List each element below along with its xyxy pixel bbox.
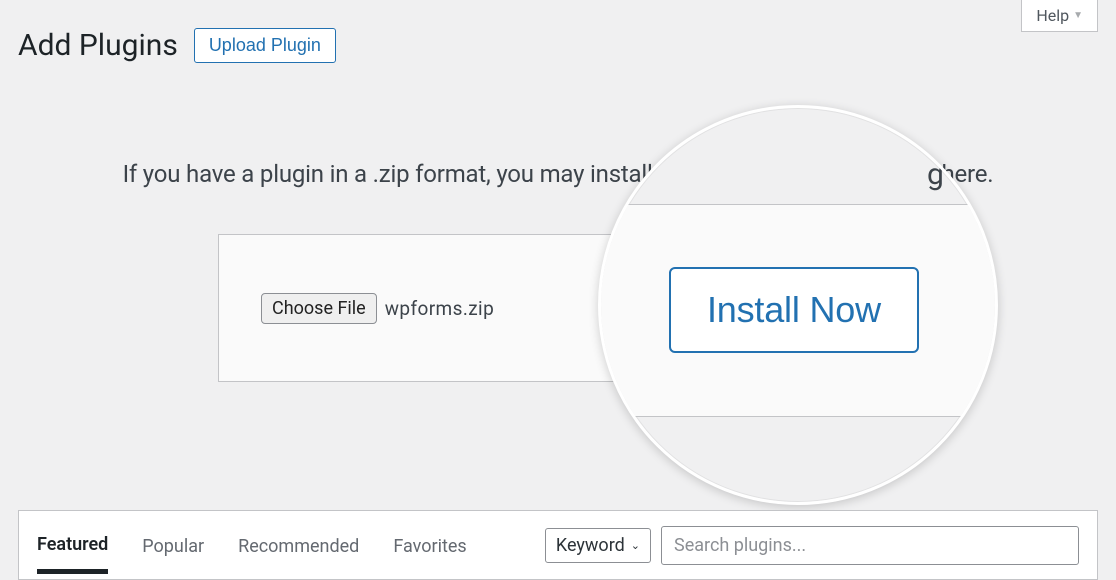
search-controls: Keyword ⌄: [545, 526, 1079, 565]
search-type-label: Keyword: [556, 535, 625, 556]
caret-down-icon: ▼: [1073, 10, 1083, 22]
install-now-button-zoom[interactable]: Install Now: [669, 267, 919, 353]
help-label: Help: [1036, 6, 1069, 25]
help-tab[interactable]: Help ▼: [1021, 0, 1098, 32]
tab-recommended[interactable]: Recommended: [238, 518, 359, 573]
choose-file-button[interactable]: Choose File: [261, 293, 377, 324]
page-title: Add Plugins: [18, 28, 178, 63]
tab-featured[interactable]: Featured: [37, 516, 108, 574]
tab-favorites[interactable]: Favorites: [393, 518, 466, 573]
search-input[interactable]: [661, 526, 1079, 565]
page-header: Add Plugins Upload Plugin: [18, 28, 336, 63]
file-upload-area: Choose File wpforms.zip: [261, 293, 494, 324]
search-type-select[interactable]: Keyword ⌄: [545, 528, 651, 563]
chevron-down-icon: ⌄: [631, 539, 640, 552]
tab-popular[interactable]: Popular: [142, 518, 204, 573]
upload-instruction: If you have a plugin in a .zip format, y…: [0, 160, 1116, 188]
selected-filename: wpforms.zip: [385, 297, 494, 320]
upload-plugin-button[interactable]: Upload Plugin: [194, 28, 336, 63]
plugin-filter-bar: Featured Popular Recommended Favorites K…: [18, 510, 1098, 580]
